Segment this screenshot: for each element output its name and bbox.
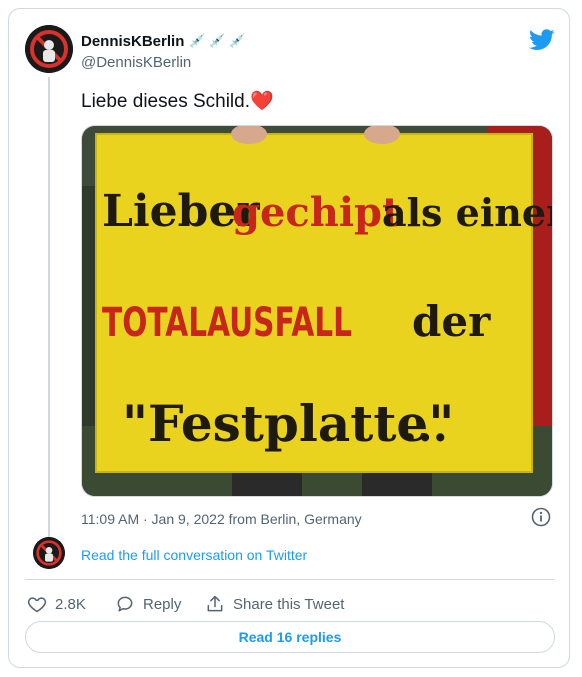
reply-button[interactable]: Reply — [115, 594, 181, 614]
heart-outline-icon — [27, 594, 47, 614]
author-name[interactable]: DennisKBerlin — [81, 33, 184, 50]
tweet-media-photo[interactable]: Lieber gechipt als einen TOTALAUSFALL de… — [81, 125, 553, 497]
tweet-text-body: Liebe dieses Schild. — [81, 91, 250, 112]
divider — [25, 579, 555, 580]
tweet-text: Liebe dieses Schild.❤️ — [81, 89, 274, 113]
sign-text-der: der — [412, 297, 491, 346]
sign-text-totalausfall: TOTALAUSFALL — [102, 300, 352, 346]
like-count: 2.8K — [55, 595, 86, 613]
twitter-bird-icon[interactable] — [529, 29, 555, 51]
info-icon[interactable] — [531, 507, 551, 527]
thread-line — [48, 77, 50, 539]
sign-text-als-einen: als einen — [382, 190, 553, 235]
like-button[interactable]: 2.8K — [27, 594, 86, 614]
read-full-conversation-link[interactable]: Read the full conversation on Twitter — [81, 547, 307, 563]
author-name-decoration: 💉💉💉 — [189, 33, 250, 48]
author-handle[interactable]: @DennisKBerlin — [81, 54, 191, 71]
heart-emoji: ❤️ — [250, 91, 274, 112]
tweet-card: DennisKBerlin 💉💉💉 @DennisKBerlin Liebe d… — [8, 8, 570, 668]
read-replies-label: Read 16 replies — [238, 629, 342, 645]
share-button[interactable]: Share this Tweet — [205, 594, 344, 614]
share-label: Share this Tweet — [233, 595, 345, 613]
tweet-timestamp[interactable]: 11:09 AM · Jan 9, 2022 from Berlin, Germ… — [81, 511, 362, 527]
reply-icon — [115, 594, 135, 614]
conversation-avatar[interactable] — [33, 537, 65, 569]
read-replies-button[interactable]: Read 16 replies — [25, 621, 555, 653]
author-avatar[interactable] — [25, 25, 73, 73]
share-icon — [205, 594, 225, 614]
reply-label: Reply — [143, 595, 182, 613]
sign-text-gechipt: gechipt — [232, 189, 401, 236]
sign-text-ellipsis: ... — [402, 401, 448, 452]
